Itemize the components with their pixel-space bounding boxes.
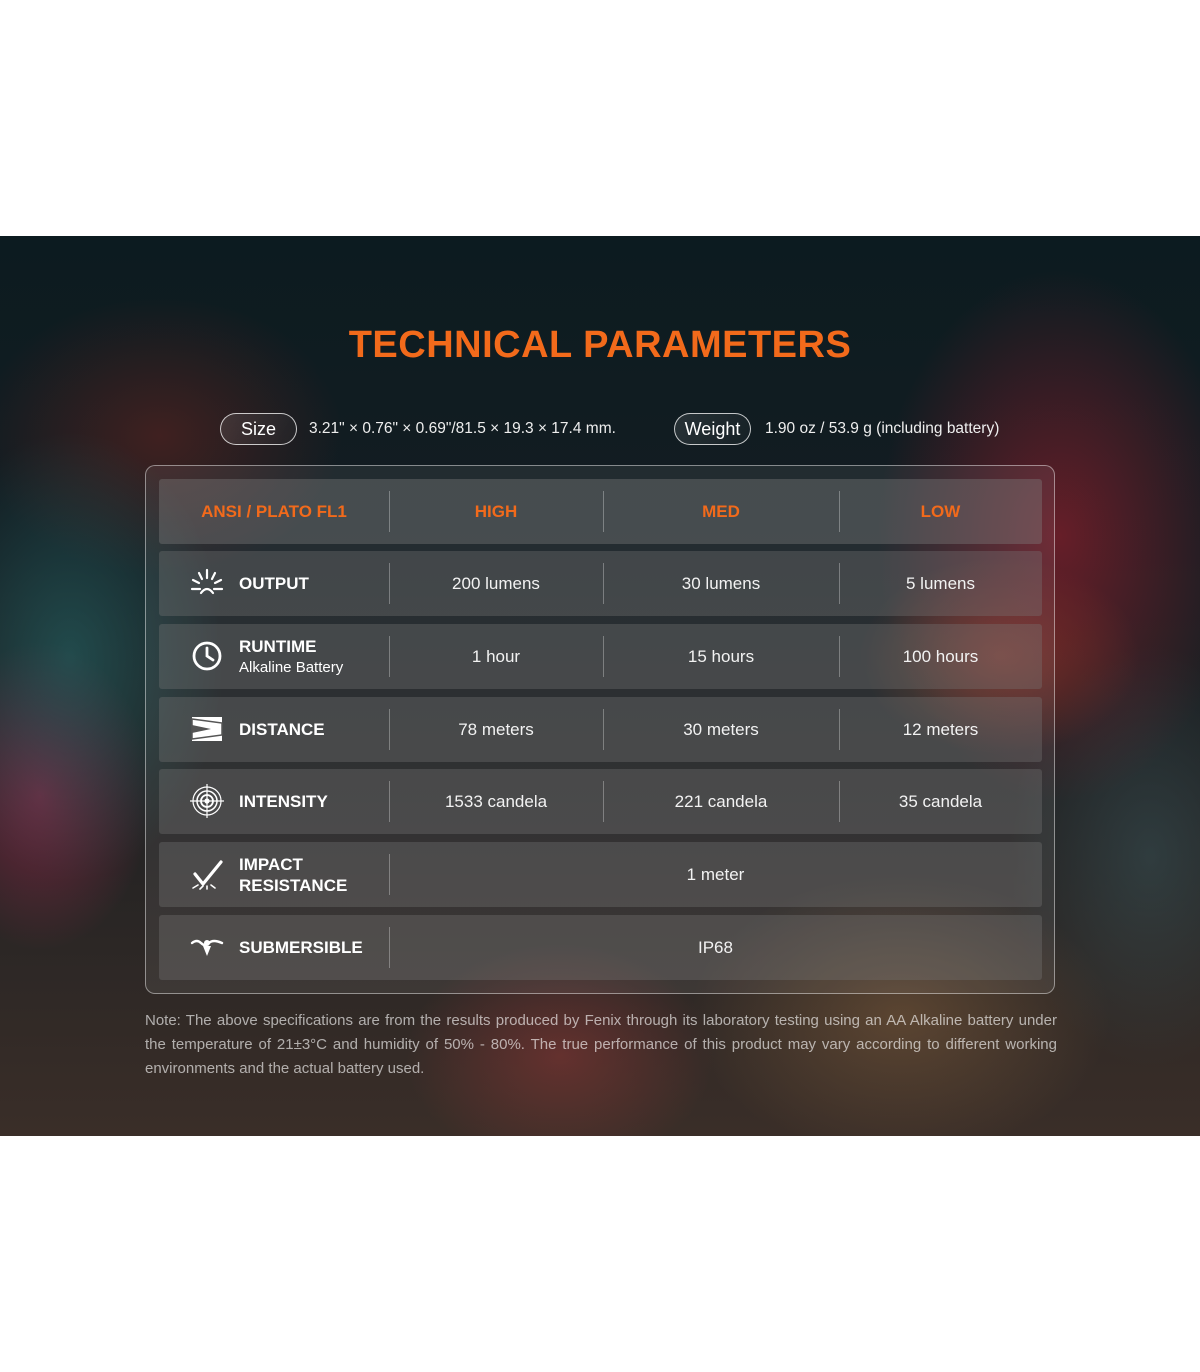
row-label: SUBMERSIBLE (239, 938, 363, 957)
cell-low: 5 lumens (906, 573, 975, 593)
cell-value: IP68 (698, 937, 733, 957)
cell-low: 35 candela (898, 791, 983, 811)
table-row: RUNTIME Alkaline Battery 1 hour 15 hours… (159, 624, 1042, 689)
cell-low: 100 hours (902, 646, 979, 666)
cell-med: 15 hours (687, 646, 755, 666)
burst-icon (190, 568, 224, 595)
cell-med: 30 meters (683, 719, 759, 739)
cell-low: 12 meters (902, 719, 979, 739)
header-low: LOW (920, 501, 961, 521)
row-label: IMPACT RESISTANCE (239, 854, 348, 895)
weight-value: 1.90 oz / 53.9 g (including battery) (765, 420, 1000, 437)
header-high: HIGH (474, 501, 518, 521)
row-label: INTENSITY (239, 792, 328, 811)
impact-icon (192, 860, 223, 890)
size-pill: Size (220, 413, 297, 445)
footnote: Note: The above specifications are from … (145, 1012, 1057, 1077)
spec-table: ANSI / PLATO FL1 HIGH MED LOW OUTPUT 200… (145, 465, 1055, 994)
cell-value: 1 meter (686, 864, 745, 884)
distance-icon (191, 717, 223, 741)
table-row: IMPACT RESISTANCE 1 meter (159, 842, 1042, 907)
row-label: OUTPUT (239, 574, 309, 593)
row-sublabel: Alkaline Battery (239, 658, 344, 676)
table-header-row: ANSI / PLATO FL1 HIGH MED LOW (159, 479, 1042, 544)
size-value: 3.21" × 0.76" × 0.69"/81.5 × 19.3 × 17.4… (309, 420, 616, 437)
row-label: RUNTIME Alkaline Battery (239, 636, 344, 676)
target-icon (190, 784, 224, 818)
header-standard: ANSI / PLATO FL1 (201, 501, 347, 521)
table-row: DISTANCE 78 meters 30 meters 12 meters (159, 697, 1042, 762)
page-title: TECHNICAL PARAMETERS (348, 324, 852, 366)
clock-icon (192, 641, 222, 671)
header-med: MED (702, 501, 740, 521)
spec-panel: TECHNICAL PARAMETERS Size 3.21" × 0.76" … (0, 236, 1200, 1136)
table-row: OUTPUT 200 lumens 30 lumens 5 lumens (159, 551, 1042, 616)
row-label: DISTANCE (239, 720, 325, 739)
cell-high: 200 lumens (452, 573, 540, 593)
cell-high: 1 hour (471, 646, 521, 666)
weight-pill: Weight (674, 413, 751, 445)
cell-med: 30 lumens (681, 573, 761, 593)
cell-med: 221 candela (674, 791, 768, 811)
submersible-icon (190, 939, 224, 956)
table-row: INTENSITY 1533 candela 221 candela 35 ca… (159, 769, 1042, 834)
cell-high: 1533 candela (444, 791, 548, 811)
table-row: SUBMERSIBLE IP68 (159, 915, 1042, 980)
cell-high: 78 meters (458, 719, 534, 739)
